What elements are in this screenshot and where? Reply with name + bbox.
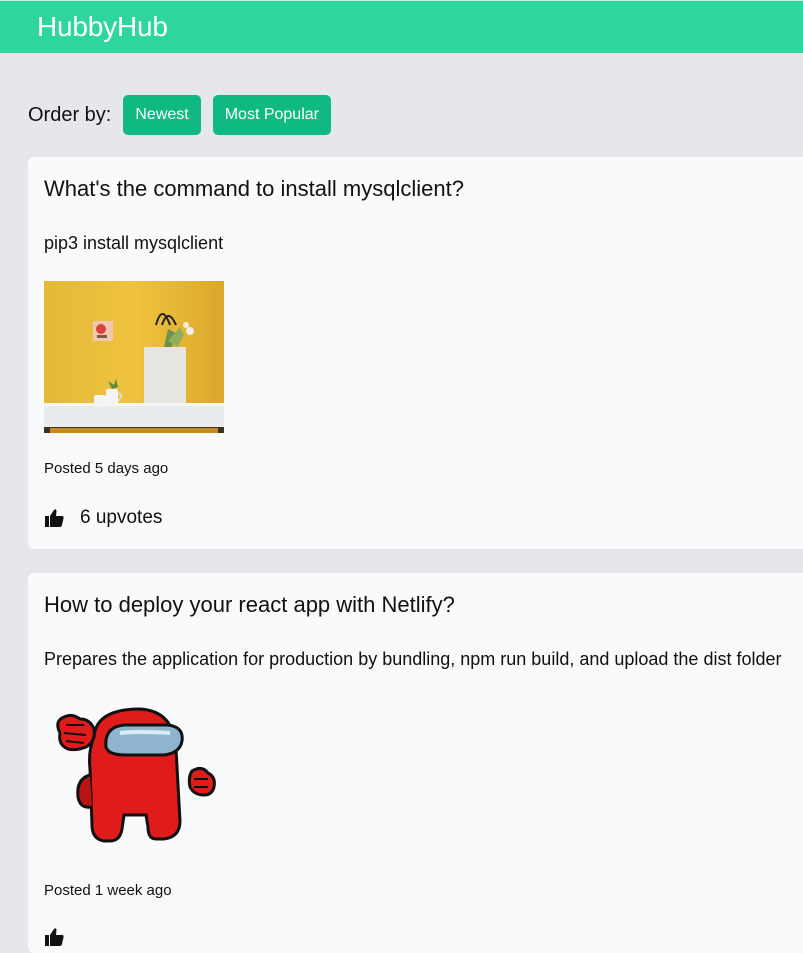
thumbs-up-icon[interactable] [44, 927, 64, 947]
sort-most-popular-button[interactable]: Most Popular [212, 95, 331, 135]
thumbs-up-icon[interactable] [44, 508, 64, 528]
upvote-control[interactable] [44, 927, 80, 947]
post-body: pip3 install mysqlclient [44, 233, 224, 253]
upvote-count: 6 upvotes [80, 507, 163, 528]
post-card[interactable]: What's the command to install mysqlclien… [28, 157, 803, 549]
red-among-us-crewmate-sticker [44, 697, 224, 857]
sort-newest-button[interactable]: Newest [123, 95, 201, 135]
upvote-control[interactable]: 6 upvotes [44, 507, 162, 529]
post-title[interactable]: What's the command to install mysqlclien… [44, 176, 464, 202]
post-image [44, 697, 224, 862]
order-by-label: Order by: [28, 103, 112, 126]
post-card[interactable]: How to deploy your react app with Netlif… [28, 573, 803, 953]
post-title[interactable]: How to deploy your react app with Netlif… [44, 592, 455, 618]
sort-bar: Order by: Newest Most Popular [28, 95, 343, 135]
posted-time: Posted 5 days ago [44, 460, 169, 477]
post-image [44, 281, 224, 438]
yellow-room-tote-bag-photo [44, 281, 224, 433]
post-body: Prepares the application for production … [44, 649, 782, 669]
app-header: HubbyHub [0, 0, 803, 53]
posted-time: Posted 1 week ago [44, 882, 172, 899]
brand-title[interactable]: HubbyHub [37, 11, 168, 43]
